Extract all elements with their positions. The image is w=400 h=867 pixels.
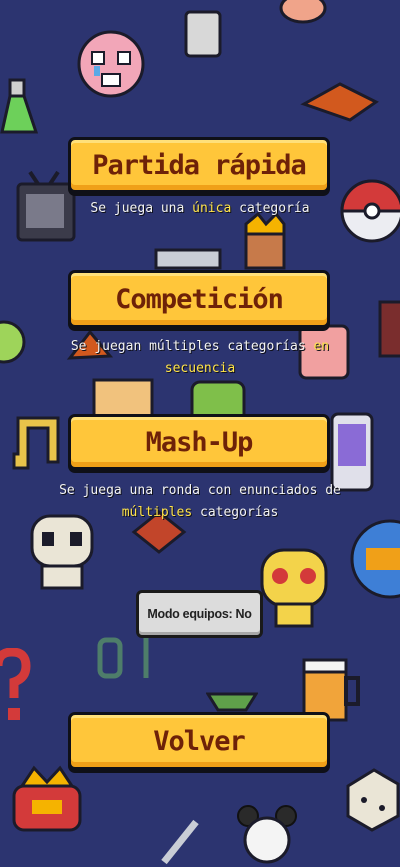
pixel-sad-face-icon: [72, 28, 150, 100]
back-label: Volver: [153, 725, 246, 757]
crown-icon: [8, 760, 86, 840]
potion-flask-icon: [0, 78, 42, 136]
skull-icon: [28, 512, 96, 592]
quick-match-description: Se juega una única categoría: [90, 201, 310, 216]
car-icon: [154, 244, 222, 270]
sword-icon: [158, 816, 202, 867]
music-note-icon: [8, 412, 68, 476]
pan-icon: [300, 74, 380, 126]
back-button[interactable]: Volver: [68, 712, 330, 770]
green-blob-icon: [0, 310, 26, 374]
quick-match-button[interactable]: Partida rápida: [68, 137, 330, 193]
dice-icon: [344, 766, 400, 832]
meat-icon: [278, 0, 328, 26]
book-icon: [92, 378, 154, 418]
colorful-skull-icon: [258, 546, 330, 632]
shield-icon: [350, 516, 400, 602]
competition-button[interactable]: Competición: [68, 270, 330, 328]
pillar-icon: [378, 300, 400, 360]
quick-match-label: Partida rápida: [92, 149, 307, 181]
mashup-button[interactable]: Mash-Up: [68, 414, 330, 470]
team-mode-toggle-button[interactable]: Modo equipos: No: [136, 590, 263, 638]
cup-icon: [182, 8, 226, 60]
question-mark-icon: [0, 648, 34, 726]
king-icon: [240, 212, 312, 272]
mashup-label: Mash-Up: [145, 426, 254, 458]
team-mode-label: Modo equipos: No: [147, 607, 252, 621]
bowl-icon: [206, 690, 258, 712]
competition-description: Se juegan múltiples categorías en secuen…: [70, 339, 330, 376]
competition-label: Competición: [115, 283, 284, 315]
mouse-icon: [236, 800, 298, 867]
mashup-description: Se juega una ronda con enunciados de múl…: [59, 483, 341, 520]
